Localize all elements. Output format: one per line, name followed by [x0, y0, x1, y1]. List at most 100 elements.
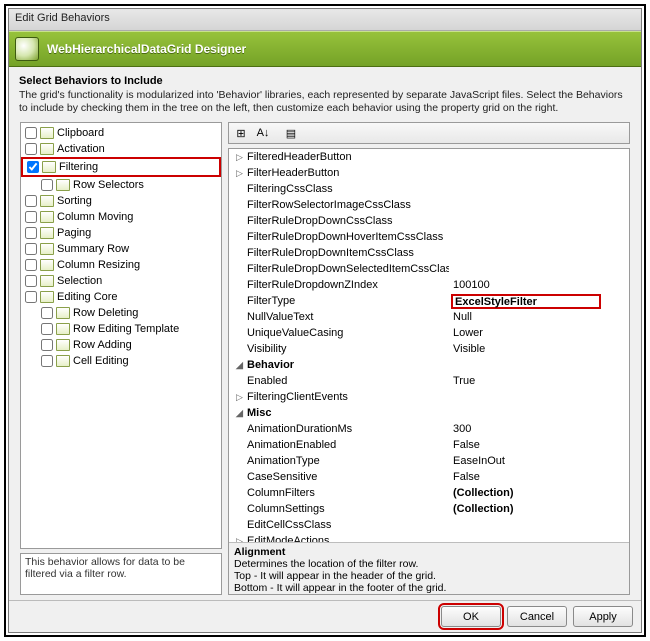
property-description-line: Determines the location of the filter ro…: [234, 558, 624, 570]
expand-icon[interactable]: ◢: [235, 409, 244, 418]
tree-checkbox[interactable]: [41, 307, 53, 319]
propertygrid-toolbar: ⊞ A↓ ▤: [228, 122, 630, 144]
property-pages-button[interactable]: ▤: [281, 124, 301, 142]
tree-item-cell-editing[interactable]: Cell Editing: [21, 353, 221, 369]
property-category[interactable]: ◢Misc: [229, 405, 629, 421]
tree-checkbox[interactable]: [41, 355, 53, 367]
window-title: Edit Grid Behaviors: [15, 12, 110, 24]
tree-checkbox[interactable]: [25, 243, 37, 255]
tree-checkbox[interactable]: [41, 323, 53, 335]
property-row[interactable]: FilteringCssClass: [229, 181, 629, 197]
property-description-line: Bottom - It will appear in the footer of…: [234, 582, 624, 594]
behavior-icon: [56, 307, 70, 319]
property-row[interactable]: FilterRuleDropDownItemCssClass: [229, 245, 629, 261]
tree-item-label: Row Editing Template: [73, 322, 179, 336]
window-titlebar[interactable]: Edit Grid Behaviors: [9, 9, 641, 31]
property-value[interactable]: True: [449, 375, 629, 387]
tree-item-activation[interactable]: Activation: [21, 141, 221, 157]
tree-item-selection[interactable]: Selection: [21, 273, 221, 289]
property-value[interactable]: (Collection): [449, 503, 629, 515]
property-value[interactable]: 300: [449, 423, 629, 435]
tree-checkbox[interactable]: [25, 143, 37, 155]
property-value[interactable]: ExcelStyleFilter: [449, 294, 629, 309]
property-row[interactable]: VisibilityVisible: [229, 341, 629, 357]
tree-checkbox[interactable]: [25, 195, 37, 207]
expand-icon[interactable]: ▷: [235, 169, 244, 178]
property-value[interactable]: Visible: [449, 343, 629, 355]
expand-icon[interactable]: ◢: [235, 361, 244, 370]
tree-checkbox[interactable]: [25, 227, 37, 239]
ok-button[interactable]: OK: [441, 606, 501, 627]
property-name: AnimationDurationMs: [247, 423, 352, 435]
tree-checkbox[interactable]: [41, 179, 53, 191]
tree-item-row-selectors[interactable]: Row Selectors: [21, 177, 221, 193]
cancel-button[interactable]: Cancel: [507, 606, 567, 627]
tree-item-filtering[interactable]: Filtering: [21, 157, 221, 177]
alphabetical-button[interactable]: A↓: [253, 124, 273, 142]
property-row[interactable]: FilterRuleDropDownHoverItemCssClass: [229, 229, 629, 245]
property-row[interactable]: EnabledTrue: [229, 373, 629, 389]
property-name: FilterRuleDropDownHoverItemCssClass: [247, 231, 443, 243]
tree-item-summary-row[interactable]: Summary Row: [21, 241, 221, 257]
property-row[interactable]: FilterRuleDropDownSelectedItemCssClass: [229, 261, 629, 277]
property-row[interactable]: CaseSensitiveFalse: [229, 469, 629, 485]
tree-item-row-adding[interactable]: Row Adding: [21, 337, 221, 353]
categorized-button[interactable]: ⊞: [231, 124, 251, 142]
property-value[interactable]: Lower: [449, 327, 629, 339]
tree-item-row-deleting[interactable]: Row Deleting: [21, 305, 221, 321]
behavior-icon: [42, 161, 56, 173]
property-description-line: Top - It will appear in the header of th…: [234, 570, 624, 582]
tree-checkbox[interactable]: [25, 275, 37, 287]
tree-item-paging[interactable]: Paging: [21, 225, 221, 241]
expand-icon[interactable]: ▷: [235, 153, 244, 162]
property-row[interactable]: FilterType ExcelStyleFilter: [229, 293, 629, 309]
apply-button[interactable]: Apply: [573, 606, 633, 627]
behavior-icon: [40, 275, 54, 287]
dialog-window: Edit Grid Behaviors WebHierarchicalDataG…: [8, 8, 642, 633]
tree-item-column-resizing[interactable]: Column Resizing: [21, 257, 221, 273]
property-row[interactable]: AnimationEnabledFalse: [229, 437, 629, 453]
tree-item-editing-core[interactable]: Editing Core: [21, 289, 221, 305]
property-row[interactable]: AnimationDurationMs 300: [229, 421, 629, 437]
tree-item-sorting[interactable]: Sorting: [21, 193, 221, 209]
property-row[interactable]: FilterRuleDropDownCssClass: [229, 213, 629, 229]
property-category[interactable]: ◢Behavior: [229, 357, 629, 373]
property-row[interactable]: ▷FilteredHeaderButton: [229, 149, 629, 165]
tree-checkbox[interactable]: [27, 161, 39, 173]
tree-checkbox[interactable]: [25, 259, 37, 271]
tree-item-column-moving[interactable]: Column Moving: [21, 209, 221, 225]
property-row[interactable]: FilterRuleDropdownZIndex100100: [229, 277, 629, 293]
property-row[interactable]: ▷FilterHeaderButton: [229, 165, 629, 181]
property-grid[interactable]: ▷FilteredHeaderButton▷FilterHeaderButton…: [229, 149, 629, 542]
property-row[interactable]: AnimationTypeEaseInOut: [229, 453, 629, 469]
behaviors-tree[interactable]: ClipboardActivationFilteringRow Selector…: [20, 122, 222, 549]
property-value[interactable]: False: [449, 471, 629, 483]
tree-checkbox[interactable]: [25, 211, 37, 223]
expand-icon[interactable]: ▷: [235, 393, 244, 402]
property-value[interactable]: 100100: [449, 279, 629, 291]
property-row[interactable]: ColumnSettings(Collection): [229, 501, 629, 517]
tree-checkbox[interactable]: [41, 339, 53, 351]
property-row[interactable]: NullValueTextNull: [229, 309, 629, 325]
behavior-icon: [56, 179, 70, 191]
property-row[interactable]: EditCellCssClass: [229, 517, 629, 533]
property-value[interactable]: False: [449, 439, 629, 451]
property-row[interactable]: ▷EditModeActions: [229, 533, 629, 542]
property-row[interactable]: FilterRowSelectorImageCssClass: [229, 197, 629, 213]
behavior-icon: [56, 323, 70, 335]
property-name: FilteredHeaderButton: [247, 151, 352, 163]
property-row[interactable]: ColumnFilters(Collection): [229, 485, 629, 501]
property-value[interactable]: Null: [449, 311, 629, 323]
tree-item-row-editing-template[interactable]: Row Editing Template: [21, 321, 221, 337]
tree-checkbox[interactable]: [25, 127, 37, 139]
tree-checkbox[interactable]: [25, 291, 37, 303]
property-value[interactable]: (Collection): [449, 487, 629, 499]
property-name: FilterType: [247, 295, 295, 307]
property-row[interactable]: ▷FilteringClientEvents: [229, 389, 629, 405]
property-value[interactable]: EaseInOut: [449, 455, 629, 467]
section-title: Select Behaviors to Include: [19, 75, 631, 87]
tree-item-clipboard[interactable]: Clipboard: [21, 125, 221, 141]
property-row[interactable]: UniqueValueCasingLower: [229, 325, 629, 341]
property-name: Misc: [247, 407, 271, 419]
behavior-icon: [56, 355, 70, 367]
